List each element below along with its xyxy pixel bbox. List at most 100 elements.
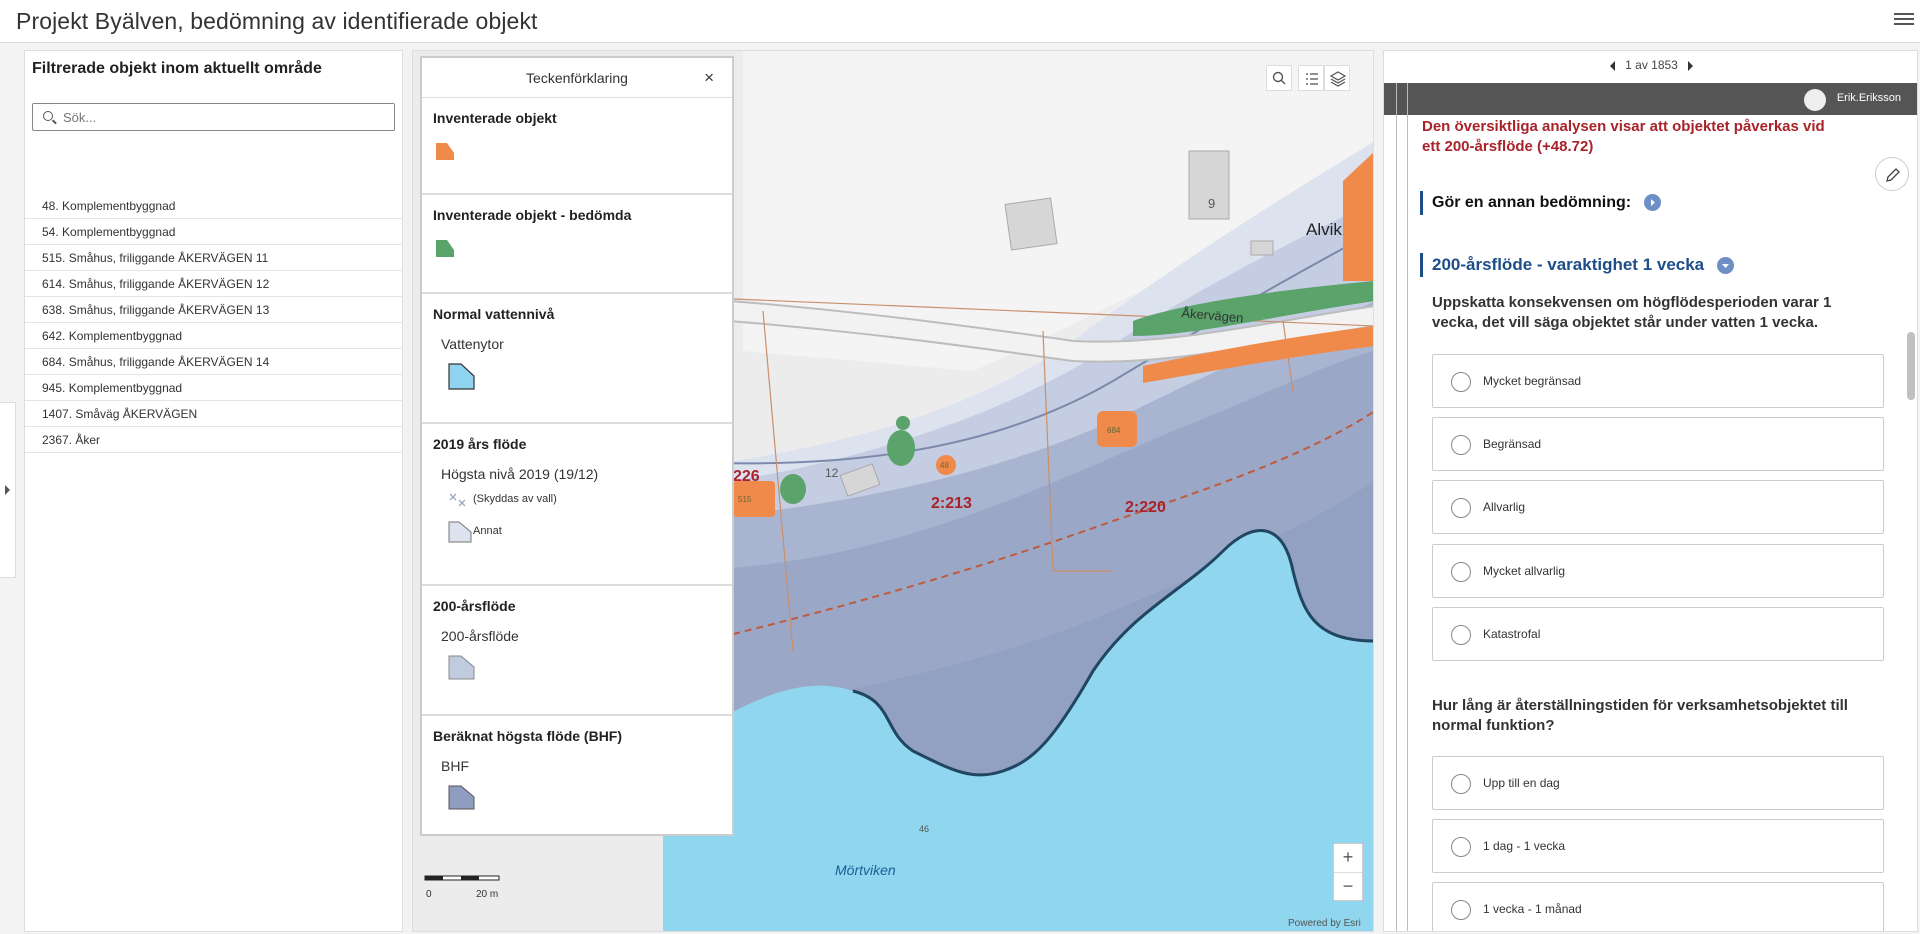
radio-option[interactable]: Upp till en dag (1432, 756, 1884, 810)
legend-section: Normal vattennivå Vattenytor (422, 294, 732, 424)
scale-end: 20 m (476, 889, 499, 900)
radio-option[interactable]: 1 dag - 1 vecka (1432, 819, 1884, 873)
legend-section-title: Beräknat högsta flöde (BHF) (433, 728, 623, 744)
pager-text: 1 av 1853 (1625, 58, 1678, 72)
house-number-label: 12 (825, 466, 839, 480)
legend-section-title: Inventerade objekt (433, 110, 557, 126)
object-label: 48 (940, 461, 949, 470)
object-list: 48. Komplementbyggnad 54. Komplementbygg… (25, 193, 403, 453)
user-name: Erik.Eriksson (1836, 92, 1901, 104)
legend-section-title: Inventerade objekt - bedömda (433, 207, 632, 223)
list-item[interactable]: 642. Komplementbyggnad (25, 323, 403, 349)
legend-item-label: BHF (441, 758, 469, 774)
parcel-label: 2:220 (1125, 499, 1166, 516)
question-consequence: Uppskatta konsekvensen om högflödesperio… (1432, 294, 1832, 331)
close-icon[interactable]: × (704, 58, 714, 98)
radio-button[interactable] (1451, 774, 1471, 794)
scrollbar[interactable] (1906, 70, 1916, 930)
list-item[interactable]: 614. Småhus, friliggande ÅKERVÄGEN 12 (25, 271, 403, 297)
user-bar: Erik.Eriksson (1384, 83, 1917, 115)
radio-button[interactable] (1451, 900, 1471, 920)
divider (1396, 83, 1397, 931)
orange-polygon-swatch-icon (436, 143, 454, 160)
list-item[interactable]: 54. Komplementbyggnad (25, 219, 403, 245)
search-box (32, 103, 395, 131)
radio-button[interactable] (1451, 498, 1471, 518)
legend-section-title: 200-årsflöde (433, 598, 516, 614)
list-item[interactable]: 684. Småhus, friliggande ÅKERVÄGEN 14 (25, 349, 403, 375)
zoom-in-button[interactable]: + (1334, 844, 1362, 873)
avatar[interactable] (1804, 89, 1826, 111)
radio-option[interactable]: Begränsad (1432, 417, 1884, 471)
chevron-down-icon[interactable] (1716, 257, 1734, 275)
depth-label: 46 (919, 824, 929, 834)
list-item[interactable]: 945. Komplementbyggnad (25, 375, 403, 401)
parcel-label: 2:213 (931, 495, 972, 512)
radio-button[interactable] (1451, 837, 1471, 857)
hatched-swatch-icon (449, 493, 466, 507)
flood-200-swatch-icon (448, 655, 475, 680)
radio-option[interactable]: Mycket allvarlig (1432, 544, 1884, 598)
assessment-panel: 1 av 1853 Erik.Eriksson Den översiktliga… (1383, 50, 1918, 932)
search-icon[interactable] (1266, 65, 1292, 91)
edit-pencil-icon[interactable] (1875, 157, 1909, 191)
legend-list-icon[interactable] (1298, 65, 1324, 91)
legend-section: Inventerade objekt - bedömda (422, 195, 732, 294)
water-swatch-icon (448, 363, 475, 390)
prev-record-icon[interactable] (1610, 60, 1616, 71)
expand-icon[interactable] (1643, 194, 1661, 212)
legend-subitem: Annat (433, 521, 732, 544)
divider (1407, 83, 1408, 931)
legend-section: Inventerade objekt (422, 98, 732, 195)
question-recovery-time: Hur lång är återställningstiden för verk… (1432, 697, 1848, 734)
list-item[interactable]: 48. Komplementbyggnad (25, 193, 403, 219)
radio-button[interactable] (1451, 562, 1471, 582)
list-item[interactable]: 515. Småhus, friliggande ÅKERVÄGEN 11 (25, 245, 403, 271)
radio-option[interactable]: 1 vecka - 1 månad (1432, 882, 1884, 931)
legend-subitem: (Skyddas av vall) (433, 490, 732, 512)
radio-button[interactable] (1451, 435, 1471, 455)
hamburger-menu-icon[interactable] (1894, 10, 1914, 30)
app-header: Projekt Byälven, bedömning av identifier… (0, 0, 1920, 43)
scale-start: 0 (426, 889, 432, 900)
attribution: Powered by Esri (1288, 918, 1361, 929)
legend-item-label: Högsta nivå 2019 (19/12) (441, 466, 599, 482)
collapse-panel-toggle[interactable] (0, 402, 16, 578)
list-item[interactable]: 1407. Småväg ÅKERVÄGEN (25, 401, 403, 427)
radio-option[interactable]: Katastrofal (1432, 607, 1884, 661)
scrollbar-thumb[interactable] (1907, 332, 1915, 400)
zoom-control: + − (1333, 843, 1363, 901)
search-icon (43, 111, 53, 121)
analysis-result: Den översiktliga analysen visar att obje… (1422, 118, 1825, 155)
scale-bar: 0 20 m (424, 875, 504, 900)
list-item[interactable]: 2367. Åker (25, 427, 403, 453)
radio-option[interactable]: Mycket begränsad (1432, 354, 1884, 408)
zoom-out-button[interactable]: − (1334, 873, 1362, 902)
radio-button[interactable] (1451, 625, 1471, 645)
house-number-label: 9 (1208, 196, 1215, 211)
pager: 1 av 1853 (1384, 51, 1917, 81)
bay-label: Mörtviken (835, 862, 896, 878)
radio-button[interactable] (1451, 372, 1471, 392)
scale-bar-graphic (424, 875, 500, 881)
list-item[interactable]: 638. Småhus, friliggande ÅKERVÄGEN 13 (25, 297, 403, 323)
bhf-swatch-icon (448, 785, 475, 810)
green-polygon-swatch-icon (436, 240, 454, 257)
parcel-label: 226 (733, 468, 760, 485)
filtered-objects-panel: Filtrerade objekt inom aktuellt område 4… (24, 50, 403, 932)
legend-section: 2019 års flöde Högsta nivå 2019 (19/12) … (422, 424, 732, 586)
object-label: 684 (1107, 426, 1121, 435)
legend-section-title: Normal vattennivå (433, 306, 555, 322)
section-heading: 200-årsflöde - varaktighet 1 vecka (1420, 253, 1734, 277)
legend-title: Teckenförklaring (526, 70, 628, 86)
other-assessment-heading: Gör en annan bedömning: (1420, 191, 1661, 215)
light-polygon-swatch-icon (448, 521, 472, 543)
legend-section-title: 2019 års flöde (433, 436, 527, 452)
place-label: Alvik (1306, 220, 1342, 239)
caret-right-icon (5, 485, 10, 495)
search-input[interactable] (63, 107, 383, 127)
legend-item-label: 200-årsflöde (441, 628, 519, 644)
next-record-icon[interactable] (1687, 60, 1693, 71)
radio-option[interactable]: Allvarlig (1432, 480, 1884, 534)
layers-icon[interactable] (1324, 65, 1350, 91)
